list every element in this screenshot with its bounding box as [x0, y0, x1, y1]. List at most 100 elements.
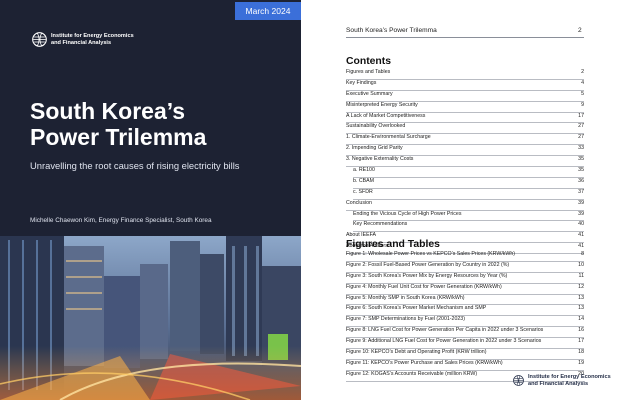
contents-entry[interactable]: Ending the Vicious Cycle of High Power P… — [353, 211, 584, 222]
footer-logo-text: Institute for Energy Economics and Finan… — [528, 374, 611, 387]
entry-page-number: 17 — [578, 112, 584, 119]
contents-entry[interactable]: Misinterpreted Energy Security 9 — [346, 102, 584, 113]
figures-list: Figure 1: Wholesale Power Prices vs KEPC… — [346, 251, 584, 382]
entry-page-number: 8 — [581, 251, 584, 257]
contents-entry[interactable]: Figures and Tables 2 — [346, 69, 584, 80]
entry-page-number: 40 — [578, 221, 584, 228]
entry-label: c. SFDR — [353, 188, 373, 195]
figure-entry[interactable]: Figure 1: Wholesale Power Prices vs KEPC… — [346, 251, 584, 262]
figure-entry[interactable]: Figure 6: South Korea’s Power Market Mec… — [346, 305, 584, 317]
entry-page-number: 36 — [578, 177, 584, 184]
entry-page-number: 12 — [578, 283, 584, 290]
entry-page-number: 41 — [578, 243, 584, 250]
entry-page-number: 9 — [581, 101, 584, 108]
date-badge: March 2024 — [235, 2, 301, 20]
entry-page-number: 5 — [581, 90, 584, 97]
entry-page-number: 14 — [578, 316, 584, 323]
entry-page-number: 37 — [578, 188, 584, 195]
contents-entry[interactable]: Key Findings 4 — [346, 80, 584, 91]
entry-label: a. RE100 — [353, 167, 375, 174]
entry-page-number: 27 — [578, 134, 584, 141]
entry-label: Figure 9: Additional LNG Fuel Cost for P… — [346, 338, 542, 345]
contents-entry[interactable]: 1. Climate-Environmental Surcharge 27 — [346, 134, 584, 146]
figure-entry[interactable]: Figure 7: SMP Determinations by Fuel (20… — [346, 316, 584, 328]
entry-label: Figure 8: LNG Fuel Cost for Power Genera… — [346, 327, 544, 334]
contents-entry[interactable]: Key Recommendations 40 — [353, 221, 584, 233]
figure-entry[interactable]: Figure 2: Fossil Fuel-Based Power Genera… — [346, 262, 584, 273]
cover-title-line1: South Korea’s — [30, 98, 186, 124]
entry-page-number: 39 — [578, 210, 584, 217]
entry-label: Figure 3: South Korea’s Power Mix by Ene… — [346, 272, 508, 279]
entry-label: Executive Summary — [346, 90, 393, 97]
entry-label: Figure 4: Monthly Fuel Unit Cost for Pow… — [346, 283, 502, 290]
entry-label: b. CBAM — [353, 177, 375, 184]
figure-entry[interactable]: Figure 11: KEPCO’s Power Purchase and Sa… — [346, 360, 584, 371]
header-rule — [346, 37, 584, 38]
contents-entry[interactable]: a. RE100 35 — [353, 167, 584, 178]
footer-logo-line1: Institute for Energy Economics — [528, 374, 611, 380]
entry-label: Figure 10: KEPCO’s Debt and Operating Pr… — [346, 349, 487, 356]
entry-label: Figure 1: Wholesale Power Prices vs KEPC… — [346, 251, 516, 257]
entry-label: A Lack of Market Competitiveness — [346, 112, 426, 119]
contents-heading: Contents — [346, 56, 392, 67]
cover-title-line2: Power Trilemma — [30, 124, 207, 150]
entry-label: Ending the Vicious Cycle of High Power P… — [353, 210, 462, 217]
cover-logo-line1: Institute for Energy Economics — [51, 32, 134, 39]
entry-page-number: 11 — [578, 272, 584, 279]
entry-label: Sustainability Overlooked — [346, 123, 406, 130]
entry-page-number: 39 — [578, 199, 584, 206]
entry-label: Key Recommendations — [353, 221, 408, 228]
footer-logo-line2: and Financial Analysis — [528, 380, 589, 387]
contents-entry[interactable]: 3. Negative Externality Costs 35 — [346, 156, 584, 168]
entry-page-number: 27 — [578, 123, 584, 130]
contents-entry[interactable]: 2. Impending Grid Parity 33 — [346, 145, 584, 157]
figure-entry[interactable]: Figure 9: Additional LNG Fuel Cost for P… — [346, 338, 584, 350]
figure-entry[interactable]: Figure 4: Monthly Fuel Unit Cost for Pow… — [346, 284, 584, 295]
entry-label: 2. Impending Grid Parity — [346, 145, 403, 152]
running-title: South Korea’s Power Trilemma — [346, 27, 437, 34]
entry-page-number: 10 — [578, 261, 584, 268]
entry-label: Conclusion — [346, 199, 372, 206]
contents-entry[interactable]: Sustainability Overlooked 27 — [346, 123, 584, 135]
figure-entry[interactable]: Figure 5: Monthly SMP in South Korea (KR… — [346, 295, 584, 306]
entry-label: 3. Negative Externality Costs — [346, 156, 414, 163]
figure-entry[interactable]: Figure 8: LNG Fuel Cost for Power Genera… — [346, 327, 584, 339]
cover-logo-text: Institute for Energy Economics and Finan… — [51, 33, 134, 46]
cover-ieefa-logo: Institute for Energy Economics and Finan… — [32, 32, 134, 47]
entry-label: Figure 5: Monthly SMP in South Korea (KR… — [346, 294, 465, 301]
globe-logo-icon — [32, 32, 47, 47]
footer-ieefa-logo: Institute for Energy Economics and Finan… — [513, 374, 611, 387]
entry-page-number: 18 — [578, 349, 584, 356]
entry-page-number: 35 — [578, 167, 584, 174]
contents-list: Figures and Tables 2 Key Findings 4 Executiv… — [346, 69, 584, 255]
entry-page-number: 19 — [578, 359, 584, 366]
entry-label: Figure 2: Fossil Fuel-Based Power Genera… — [346, 261, 510, 268]
entry-label: Figure 6: South Korea’s Power Market Mec… — [346, 305, 487, 312]
figure-entry[interactable]: Figure 10: KEPCO’s Debt and Operating Pr… — [346, 349, 584, 360]
contents-entry[interactable]: Conclusion 39 — [346, 200, 584, 211]
page-number: 2 — [578, 27, 582, 34]
entry-label: 1. Climate-Environmental Surcharge — [346, 134, 431, 141]
entry-label: Misinterpreted Energy Security — [346, 101, 418, 108]
contents-entry[interactable]: Executive Summary 5 — [346, 91, 584, 102]
figures-heading: Figures and Tables — [346, 239, 440, 250]
cover-title: South Korea’s Power Trilemma — [30, 98, 206, 150]
contents-entry[interactable]: A Lack of Market Competitiveness 17 — [346, 113, 584, 124]
cover-logo-line2: and Financial Analysis — [51, 39, 112, 46]
entry-label: Figure 11: KEPCO’s Power Purchase and Sa… — [346, 359, 503, 366]
entry-page-number: 35 — [578, 156, 584, 163]
cover-subtitle: Unravelling the root causes of rising el… — [30, 160, 240, 171]
entry-label: Key Findings — [346, 79, 377, 86]
entry-page-number: 13 — [578, 294, 584, 301]
contents-entry[interactable]: b. CBAM 36 — [353, 178, 584, 189]
report-cover: March 2024 Institute for Energy Economic… — [0, 0, 301, 400]
entry-label: Figure 7: SMP Determinations by Fuel (20… — [346, 316, 465, 323]
entry-page-number: 17 — [578, 338, 584, 345]
entry-page-number: 41 — [578, 232, 584, 239]
entry-label: Figures and Tables — [346, 69, 391, 75]
entry-page-number: 33 — [578, 145, 584, 152]
contents-entry[interactable]: c. SFDR 37 — [353, 189, 584, 200]
figure-entry[interactable]: Figure 3: South Korea’s Power Mix by Ene… — [346, 273, 584, 284]
entry-page-number: 13 — [578, 305, 584, 312]
entry-page-number: 2 — [581, 69, 584, 75]
